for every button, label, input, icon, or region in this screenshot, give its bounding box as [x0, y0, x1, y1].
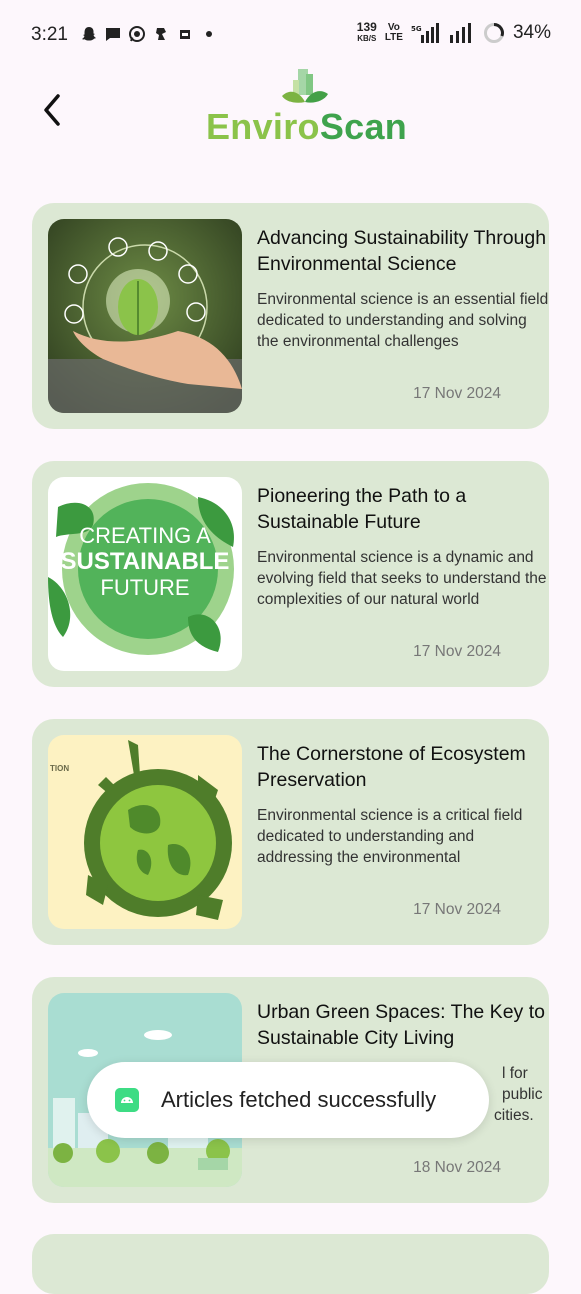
article-date: 17 Nov 2024: [413, 901, 501, 918]
status-right: 139 KB/S Vo LTE 5G 34%: [356, 20, 551, 44]
svg-text:5G: 5G: [411, 25, 422, 33]
toast-notification: Articles fetched successfully: [87, 1062, 489, 1138]
desc-line1: l for: [502, 1065, 528, 1082]
sustainable-future-globe-image: CREATING A SUSTAINABLE FUTURE: [48, 477, 242, 671]
logo-text: EnviroScan: [206, 106, 407, 148]
volte-bottom: LTE: [384, 32, 403, 43]
image-text-line1: CREATING A: [79, 523, 211, 548]
article-card[interactable]: TION The Cornerstone of Ecosystem Preser…: [32, 719, 549, 945]
net-speed-unit: KB/S: [357, 34, 377, 43]
volte-indicator: Vo LTE: [385, 23, 403, 43]
snapchat-icon: [82, 27, 96, 41]
article-title: The Cornerstone of Ecosystem Preservatio…: [257, 743, 526, 791]
article-date: 17 Nov 2024: [413, 643, 501, 660]
signal-icon: [449, 23, 471, 43]
image-text-line3: FUTURE: [100, 575, 189, 600]
app-icon: [156, 28, 166, 40]
net-speed-value: 139: [356, 20, 377, 34]
article-title: Advancing Sustainability Through Environ…: [257, 227, 547, 275]
app-logo: EnviroScan: [206, 66, 407, 148]
image-text-line2: SUSTAINABLE: [61, 548, 230, 575]
article-date: 17 Nov 2024: [413, 385, 501, 402]
leaf-in-hand-image: [48, 219, 242, 413]
signal-5g-icon: 5G: [411, 23, 439, 43]
article-card[interactable]: [32, 1234, 549, 1294]
image-text: TION: [50, 764, 69, 773]
article-card[interactable]: Advancing Sustainability Through Environ…: [32, 203, 549, 429]
article-description: Environmental science is an essential fi…: [257, 291, 549, 350]
logo-text-part2: Scan: [319, 106, 408, 147]
logo-text-part1: Enviro: [206, 106, 320, 147]
logo-building-leaf-icon: [282, 69, 328, 103]
article-description-partial: l for public cities.: [482, 1063, 549, 1126]
battery-icon: [483, 23, 504, 43]
calendar-icon: [180, 30, 190, 39]
article-title: Pioneering the Path to a Sustainable Fut…: [257, 485, 467, 533]
status-time: 3:21: [31, 24, 68, 45]
notification-icons: [80, 25, 218, 43]
ecosystem-globe-animals-image: TION: [48, 735, 242, 929]
whatsapp-icon: [129, 26, 145, 42]
desc-line3: cities.: [494, 1107, 534, 1124]
article-image: CREATING A SUSTAINABLE FUTURE: [48, 477, 242, 671]
android-app-icon: [115, 1088, 139, 1112]
battery-percent: 34%: [512, 22, 551, 43]
toast-message: Articles fetched successfully: [161, 1087, 437, 1112]
article-title: Urban Green Spaces: The Key to Sustainab…: [257, 1001, 545, 1049]
article-description: Environmental science is a critical fiel…: [257, 807, 523, 866]
dot-icon: [206, 31, 212, 37]
chat-icon: [106, 28, 120, 41]
article-image: TION: [48, 735, 242, 929]
article-date: 18 Nov 2024: [413, 1159, 501, 1176]
net-speed: 139 KB/S: [356, 20, 377, 44]
back-arrow-icon[interactable]: [36, 90, 76, 130]
status-bar: 3:21 139 KB/S Vo LTE 5G 34%: [0, 0, 581, 70]
desc-line2: public: [502, 1086, 543, 1103]
article-card[interactable]: CREATING A SUSTAINABLE FUTURE Pioneering…: [32, 461, 549, 687]
article-description: Environmental science is a dynamic and e…: [257, 549, 547, 608]
article-image: [48, 219, 242, 413]
